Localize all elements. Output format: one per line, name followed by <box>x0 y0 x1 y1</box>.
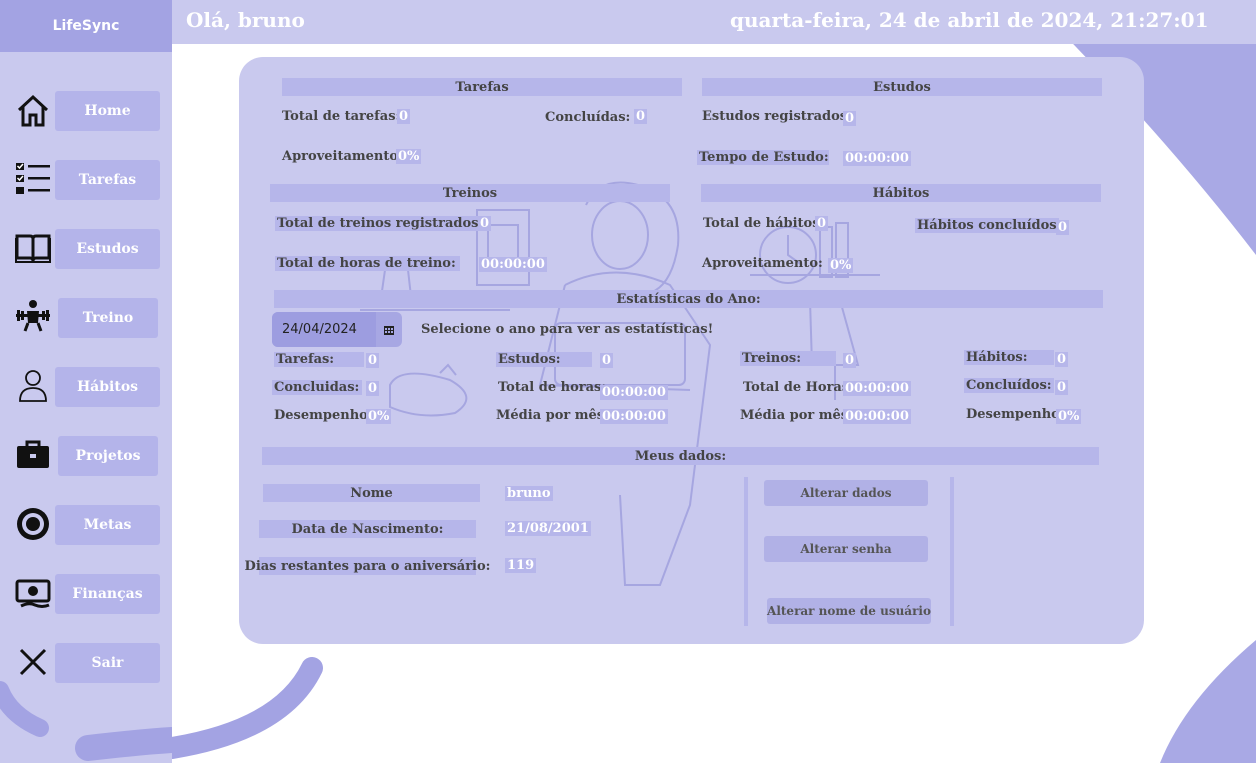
ano-estudos-label: Estudos: <box>496 352 592 367</box>
ano-treinos-horas-label: Total de Horas: <box>743 380 854 395</box>
app-logo: LifeSync <box>0 0 172 52</box>
money-icon <box>15 579 51 608</box>
nascimento-label: Data de Nascimento: <box>259 520 476 538</box>
target-icon <box>17 508 49 540</box>
ano-habitos-value: 0 <box>1055 352 1069 367</box>
habitos-concluidos-value: 0 <box>1056 220 1070 235</box>
checklist-icon <box>16 163 50 194</box>
nome-label: Nome <box>263 484 480 502</box>
section-habitos-title: Hábitos <box>701 184 1101 202</box>
section-estudos-title: Estudos <box>702 78 1102 96</box>
sidebar-item-projetos[interactable]: Projetos <box>58 436 158 476</box>
ano-treinos-value: 0 <box>843 353 857 368</box>
sidebar-item-treino[interactable]: Treino <box>58 298 158 338</box>
book-icon <box>15 234 51 263</box>
nascimento-value: 21/08/2001 <box>505 521 591 536</box>
concluidas-label: Concluídas: <box>545 110 631 125</box>
ano-estudos-horas-label: Total de horas: <box>498 380 607 395</box>
ano-habitos-concluidos-label: Concluídos: <box>964 378 1054 393</box>
section-meus-dados-title: Meus dados: <box>262 447 1099 465</box>
alterar-dados-button[interactable]: Alterar dados <box>764 480 928 506</box>
ano-estudos-value: 0 <box>600 353 614 368</box>
sidebar-item-sair[interactable]: Sair <box>55 643 160 683</box>
total-tarefas-value: 0 <box>397 109 411 124</box>
current-datetime: quarta-feira, 24 de abril de 2024, 21:27… <box>730 8 1209 32</box>
concluidas-value: 0 <box>634 109 648 124</box>
ano-habitos-concluidos-value: 0 <box>1055 380 1069 395</box>
ano-habitos-desempenho-label: Desempenho: <box>966 407 1065 422</box>
year-date-picker[interactable]: 24/04/2024 <box>272 312 402 347</box>
actions-divider-left <box>744 477 748 626</box>
ano-tarefas-concluidas-value: 0 <box>366 381 380 396</box>
section-tarefas-title: Tarefas <box>282 78 682 96</box>
sidebar-item-metas[interactable]: Metas <box>55 505 160 545</box>
dias-aniversario-value: 119 <box>505 558 537 573</box>
ano-tarefas-desempenho-value: 0% <box>366 409 392 424</box>
sidebar: LifeSync Home Tarefas Estudos Treino Háb… <box>0 0 172 763</box>
workout-icon <box>16 300 50 332</box>
horas-treino-label: Total de horas de treino: <box>275 256 460 271</box>
ano-treinos-label: Treinos: <box>740 351 836 366</box>
total-habitos-value: 0 <box>815 216 829 231</box>
sidebar-item-estudos[interactable]: Estudos <box>55 229 160 269</box>
tarefas-aproveitamento-value: 0% <box>396 149 422 164</box>
estudos-registrados-label: Estudos registrados: <box>702 109 852 124</box>
total-treinos-value: 0 <box>478 216 492 231</box>
habitos-concluidos-label: Hábitos concluídos <box>915 218 1059 233</box>
ano-tarefas-label: Tarefas: <box>274 352 364 367</box>
sidebar-item-home[interactable]: Home <box>55 91 160 131</box>
calendar-icon[interactable] <box>384 325 394 335</box>
ano-treinos-media-label: Média por mês: <box>740 408 853 423</box>
actions-divider-right <box>950 477 954 626</box>
alterar-senha-button[interactable]: Alterar senha <box>764 536 928 562</box>
total-tarefas-label: Total de tarefas: <box>282 109 401 124</box>
greeting: Olá, bruno <box>186 8 305 32</box>
section-ano-title: Estatísticas do Ano: <box>274 290 1103 308</box>
section-treinos-title: Treinos <box>270 184 670 202</box>
sidebar-item-habitos[interactable]: Hábitos <box>55 367 160 407</box>
ano-estudos-horas-value: 00:00:00 <box>600 385 668 400</box>
habitos-aproveitamento-value: 0% <box>828 258 854 273</box>
ano-treinos-media-value: 00:00:00 <box>843 409 911 424</box>
ano-tarefas-value: 0 <box>366 353 380 368</box>
ano-treinos-horas-value: 00:00:00 <box>843 381 911 396</box>
dias-aniversario-label: Dias restantes para o aniversário: <box>244 557 491 575</box>
ano-estudos-media-label: Média por mês: <box>496 408 609 423</box>
sidebar-item-tarefas[interactable]: Tarefas <box>55 160 160 200</box>
alterar-usuario-button[interactable]: Alterar nome de usuário <box>767 598 931 624</box>
home-icon <box>17 94 49 127</box>
habitos-aproveitamento-label: Aproveitamento: <box>702 256 823 271</box>
tarefas-aproveitamento-label: Aproveitamento: <box>282 149 403 164</box>
horas-treino-value: 00:00:00 <box>479 257 547 272</box>
ano-tarefas-desempenho-label: Desempenho: <box>274 408 373 423</box>
tempo-estudo-value: 00:00:00 <box>843 151 911 166</box>
ano-habitos-desempenho-value: 0% <box>1056 409 1082 424</box>
total-treinos-label: Total de treinos registrados: <box>275 216 486 231</box>
estudos-registrados-value: 0 <box>843 111 857 126</box>
sidebar-item-financas[interactable]: Finanças <box>55 574 160 614</box>
person-icon <box>19 370 47 402</box>
year-instruction: Selecione o ano para ver as estatísticas… <box>421 322 714 337</box>
tempo-estudo-label: Tempo de Estudo: <box>697 150 829 165</box>
ano-estudos-media-value: 00:00:00 <box>600 409 668 424</box>
close-icon <box>19 648 47 676</box>
total-habitos-label: Total de hábitos: <box>703 216 825 231</box>
ano-habitos-label: Hábitos: <box>964 350 1054 365</box>
ano-tarefas-concluidas-label: Concluidas: <box>272 380 362 395</box>
briefcase-icon <box>17 440 49 468</box>
nome-value: bruno <box>505 486 553 501</box>
year-date-value: 24/04/2024 <box>272 312 376 347</box>
